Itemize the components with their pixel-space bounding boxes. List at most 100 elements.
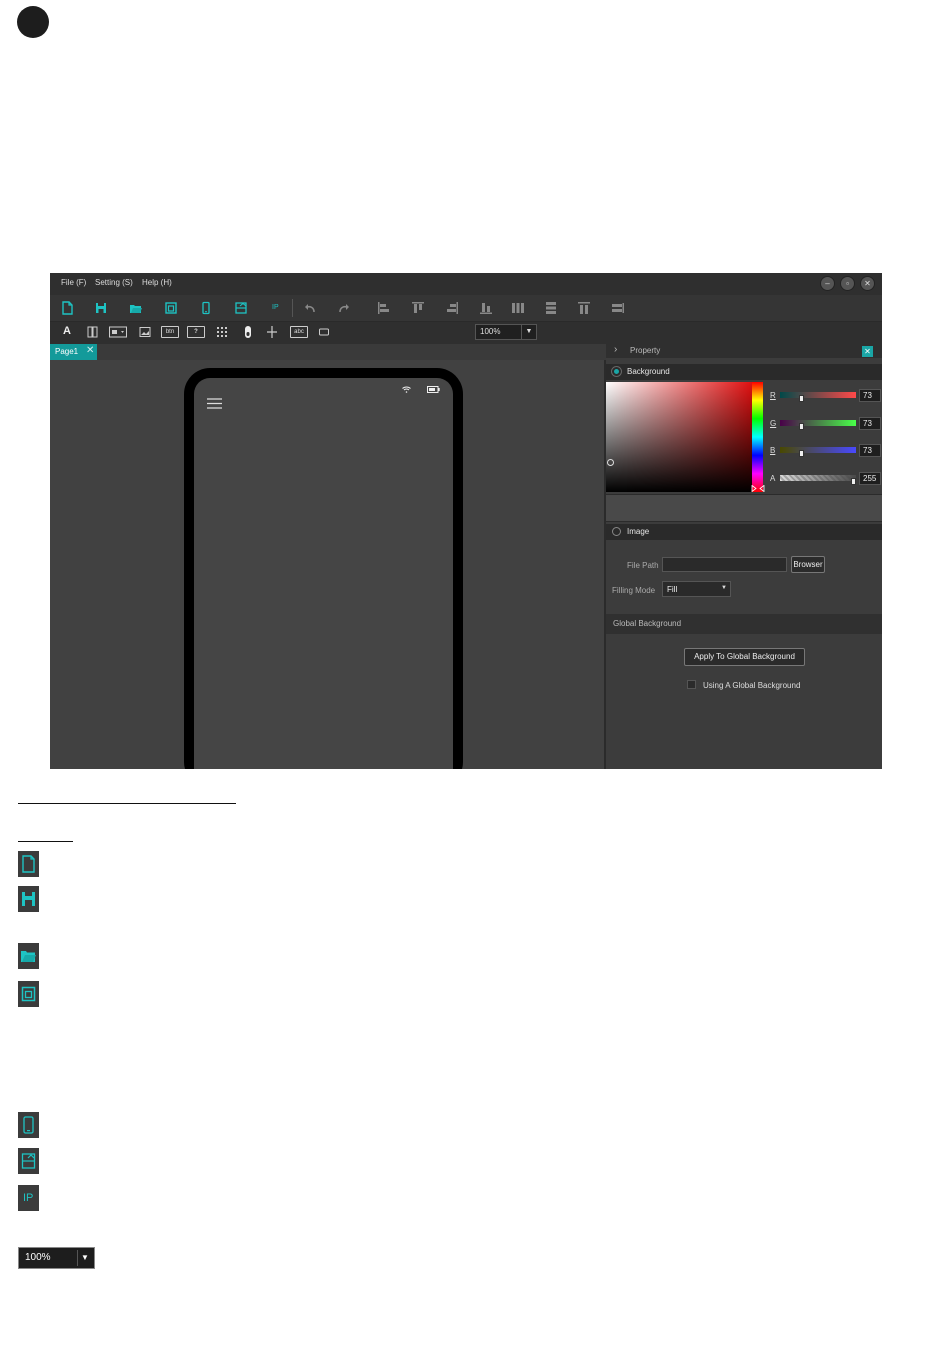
undo-icon[interactable] xyxy=(303,301,317,315)
distribute-horizontal-icon[interactable] xyxy=(544,301,558,315)
chevron-down-icon[interactable]: ▼ xyxy=(721,585,727,591)
image-radio[interactable] xyxy=(612,527,621,536)
filling-mode-value: Fill xyxy=(667,585,678,594)
hamburger-menu-icon[interactable] xyxy=(207,398,222,409)
panel-close-button[interactable]: ✕ xyxy=(862,346,873,357)
open-folder-icon xyxy=(21,951,36,962)
minimize-button[interactable]: – xyxy=(820,276,835,291)
menu-help[interactable]: Help (H) xyxy=(142,278,172,287)
channel-r-value[interactable]: 73 xyxy=(859,389,881,402)
channel-b-knob[interactable] xyxy=(799,450,804,457)
align-top-icon[interactable] xyxy=(411,301,425,315)
global-background-label: Global Background xyxy=(613,619,682,628)
open-folder-icon[interactable] xyxy=(129,301,143,315)
doc-export-icon-box xyxy=(18,1148,39,1174)
channel-b-label: B xyxy=(770,446,776,455)
menu-file[interactable]: File (F) xyxy=(61,278,86,287)
align-bottom-icon[interactable] xyxy=(479,301,493,315)
background-radio[interactable] xyxy=(611,366,622,377)
channel-r-slider[interactable] xyxy=(780,392,856,398)
label-control-icon[interactable] xyxy=(87,326,99,338)
doc-open-folder-icon-box xyxy=(18,943,39,969)
phone-screen[interactable] xyxy=(194,378,453,769)
chevron-right-icon[interactable]: › xyxy=(614,344,617,355)
browser-button[interactable]: Browser xyxy=(791,556,825,573)
new-file-icon[interactable] xyxy=(60,301,74,315)
file-path-input[interactable] xyxy=(662,557,787,572)
slider-control-icon[interactable] xyxy=(266,325,278,339)
property-title: Property xyxy=(630,346,661,355)
close-icon: ✕ xyxy=(864,279,871,288)
design-canvas[interactable] xyxy=(50,360,604,769)
using-global-background-checkbox[interactable] xyxy=(687,680,696,689)
doc-new-file-icon-box xyxy=(18,851,39,877)
apply-global-background-button[interactable]: Apply To Global Background xyxy=(684,648,805,666)
align-right-icon[interactable] xyxy=(445,301,459,315)
channel-g-value[interactable]: 73 xyxy=(859,417,881,430)
zoom-select[interactable]: 100% ▼ xyxy=(475,324,537,340)
rectangle-control-icon[interactable] xyxy=(318,326,330,338)
image-label: Image xyxy=(627,527,650,536)
same-height-icon[interactable] xyxy=(611,301,625,315)
channel-g-label: G xyxy=(770,419,777,428)
color-picker-area[interactable] xyxy=(606,382,752,492)
help-control[interactable]: ? xyxy=(187,326,205,338)
doc-save-icon-box xyxy=(18,886,39,912)
save-icon xyxy=(22,892,35,906)
chevron-down-icon[interactable]: ▼ xyxy=(521,325,536,339)
phone-icon[interactable] xyxy=(199,301,213,315)
controls-toolbar: A btn ? abc 100% ▼ xyxy=(50,322,882,344)
channel-a-slider[interactable] xyxy=(780,475,856,481)
doc-zoom-value: 100% xyxy=(25,1252,51,1263)
hue-slider[interactable] xyxy=(752,382,763,492)
zoom-value: 100% xyxy=(480,327,501,336)
textbox-control[interactable]: abc xyxy=(290,326,308,338)
menu-setting[interactable]: Setting (S) xyxy=(95,278,133,287)
redo-icon[interactable] xyxy=(337,301,351,315)
image-control-icon[interactable] xyxy=(139,326,151,338)
channel-r-knob[interactable] xyxy=(799,395,804,402)
tab-label: Page1 xyxy=(55,347,79,356)
channel-a-knob[interactable] xyxy=(851,478,856,485)
combobox-control-icon[interactable] xyxy=(109,326,127,338)
filling-mode-label: Filling Mode xyxy=(612,586,656,595)
export-icon[interactable] xyxy=(234,301,248,315)
distribute-vertical-icon[interactable] xyxy=(511,301,525,315)
channel-g-slider[interactable] xyxy=(780,420,856,426)
minimize-icon: – xyxy=(825,279,830,288)
maximize-button[interactable]: ▫ xyxy=(840,276,855,291)
filling-mode-select[interactable]: Fill ▼ xyxy=(662,581,731,597)
button-control[interactable]: btn xyxy=(161,326,179,338)
property-panel: › Property ✕ Background R 73 G 73 B 73 A… xyxy=(606,344,882,769)
tab-page1[interactable]: Page1 ✕ xyxy=(50,344,97,360)
close-tab-icon[interactable]: ✕ xyxy=(86,345,94,356)
channel-b-slider[interactable] xyxy=(780,447,856,453)
battery-icon xyxy=(427,386,440,393)
picker-cursor[interactable] xyxy=(607,459,614,466)
grid-control-icon[interactable] xyxy=(216,326,228,338)
app-window: File (F) Setting (S) Help (H) – ▫ ✕ IP A… xyxy=(50,273,882,769)
global-background-header: Global Background xyxy=(606,614,882,634)
text-control-button[interactable]: A xyxy=(63,325,71,337)
align-left-icon[interactable] xyxy=(377,301,391,315)
save-icon[interactable] xyxy=(94,301,108,315)
same-width-icon[interactable] xyxy=(577,301,591,315)
file-path-label: File Path xyxy=(627,561,659,570)
close-button[interactable]: ✕ xyxy=(860,276,875,291)
channel-g-knob[interactable] xyxy=(799,423,804,430)
maximize-icon: ▫ xyxy=(846,279,849,288)
channel-a-value[interactable]: 255 xyxy=(859,472,881,485)
channel-b-value[interactable]: 73 xyxy=(859,444,881,457)
image-section-header[interactable]: Image xyxy=(606,524,882,540)
chevron-down-icon: ▼ xyxy=(77,1250,92,1266)
hue-slider-handle-icon[interactable] xyxy=(751,485,765,492)
main-toolbar: IP xyxy=(50,295,882,322)
switch-control-icon[interactable] xyxy=(243,325,253,339)
background-section-header[interactable]: Background xyxy=(606,364,882,380)
color-preview xyxy=(606,494,882,522)
doc-zoom-select: 100% ▼ xyxy=(18,1247,95,1269)
window-icon[interactable] xyxy=(164,301,178,315)
ip-button[interactable]: IP xyxy=(272,304,279,311)
doc-window-icon-box xyxy=(18,981,39,1007)
channel-a-label: A xyxy=(770,474,776,483)
